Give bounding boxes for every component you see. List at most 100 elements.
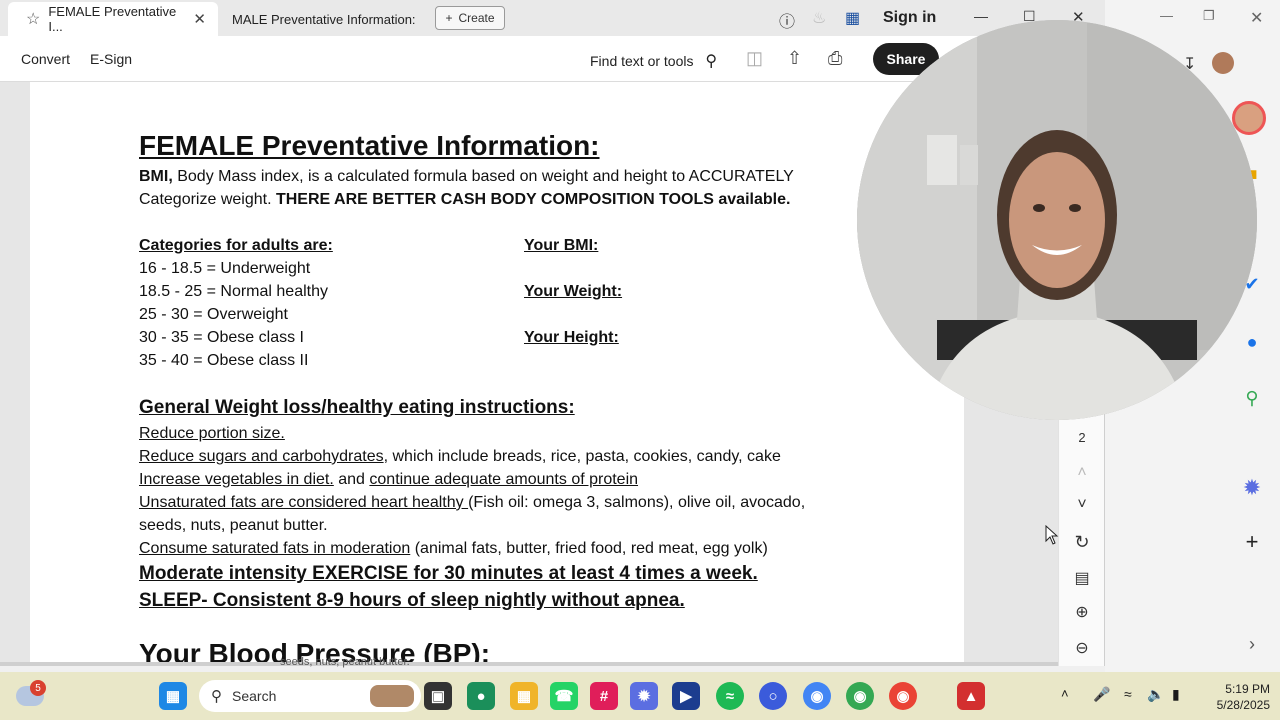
page-number: 2 [1078, 430, 1086, 445]
clipped-text: seeds, nuts, peanut butter. [280, 656, 410, 668]
chrome-profile-icon[interactable]: ◉ [846, 682, 874, 710]
clock-time: 5:19 PM [1225, 682, 1270, 696]
chevron-down-icon[interactable]: ˅ [1059, 496, 1105, 514]
instruction-text: Unsaturated fats are considered heart he… [139, 494, 469, 511]
profile-avatar[interactable] [1212, 52, 1234, 74]
convert-button[interactable]: Convert [21, 51, 70, 67]
search-highlight-icon [370, 685, 414, 707]
bell-icon[interactable]: ♨ [812, 8, 826, 28]
tab-male-preventative[interactable]: MALE Preventative Information: [232, 2, 427, 36]
instruction-fats-line2: seeds, nuts, peanut butter. [139, 517, 328, 534]
tab-label: MALE Preventative Information: [232, 11, 416, 27]
bmi-text: Body Mass index, is a calculated formula… [172, 168, 794, 185]
assistant-icon[interactable]: ✹ [1238, 474, 1266, 502]
tab-female-preventative[interactable]: ☆ FEMALE Preventative I... ✕ [8, 2, 218, 36]
close-icon[interactable]: ✕ [1250, 8, 1263, 28]
category-item: 35 - 40 = Obese class II [139, 352, 309, 369]
maps-icon[interactable]: ⚲ [1238, 384, 1266, 412]
assistant-icon[interactable]: ✹ [630, 682, 658, 710]
browser-icon[interactable]: ○ [759, 682, 787, 710]
instruction-fats: Unsaturated fats are considered heart he… [139, 494, 805, 512]
bmi-label: BMI, [139, 168, 173, 185]
contacts-icon[interactable]: ● [1238, 328, 1266, 356]
instruction-text: Reduce sugars and carbohydrates [139, 448, 384, 465]
category-item: 16 - 18.5 = Underweight [139, 260, 311, 277]
instruction-text: (animal fats, butter, fried food, red me… [410, 540, 768, 557]
instruction-text: Increase vegetables in diet. [139, 471, 334, 488]
sleep-instruction: SLEEP- Consistent 8-9 hours of sleep nig… [139, 590, 685, 611]
categories-heading: Categories for adults are: [139, 237, 333, 254]
search-icon: ⚲ [705, 53, 718, 70]
instruction-saturated: Consume saturated fats in moderation (an… [139, 540, 768, 558]
chevron-up-icon[interactable]: ˄ [1059, 464, 1105, 482]
wifi-icon[interactable]: ≈ [1124, 686, 1132, 702]
battery-icon[interactable]: ▮ [1172, 686, 1180, 703]
sign-in-button[interactable]: Sign in [883, 9, 936, 27]
clock-date: 5/28/2025 [1216, 698, 1270, 712]
instruction-sugars: Reduce sugars and carbohydrates, which i… [139, 448, 781, 466]
whatsapp-icon[interactable]: ☎ [550, 682, 578, 710]
volume-icon[interactable]: 🔈 [1147, 686, 1164, 703]
instruction-text: continue adequate amounts of protein [369, 471, 639, 488]
bmi-paragraph-line1: BMI, Body Mass index, is a calculated fo… [139, 168, 794, 186]
help-icon[interactable]: ⓘ [779, 8, 795, 32]
task-view-icon[interactable]: ▣ [424, 682, 452, 710]
star-icon[interactable]: ☆ [26, 9, 40, 29]
category-item: 30 - 35 = Obese class I [139, 329, 304, 346]
your-height-label: Your Height: [524, 329, 619, 346]
find-tools-button[interactable]: Find text or tools ⚲ [590, 51, 717, 71]
instruction-vegetables: Increase vegetables in diet. and continu… [139, 471, 638, 489]
chrome-profile-icon[interactable]: ◉ [889, 682, 917, 710]
close-tab-icon[interactable]: ✕ [193, 10, 206, 28]
esign-button[interactable]: E-Sign [90, 51, 132, 67]
exercise-instruction: Moderate intensity EXERCISE for 30 minut… [139, 563, 758, 584]
windows-taskbar: 5 ▦ ⚲ Search ▣ ● ▦ ☎ # ✹ ▶ ≈ ○ ◉ ◉ ◉ ▲ ˄… [0, 672, 1280, 720]
document-title: FEMALE Preventative Information: [139, 130, 600, 161]
bmi-paragraph-line2: Categorize weight. THERE ARE BETTER CASH… [139, 191, 790, 209]
minimize-icon[interactable]: — [974, 8, 988, 24]
plus-icon: + [445, 11, 453, 25]
spotify-icon[interactable]: ≈ [716, 682, 744, 710]
zoom-out-icon[interactable]: ⊖ [1059, 638, 1105, 658]
instruction-text: Consume saturated fats in moderation [139, 540, 411, 557]
mouse-cursor-icon [1045, 525, 1059, 545]
instruction-text: , which include breads, rice, pasta, coo… [383, 448, 781, 465]
chrome-icon[interactable]: ◉ [803, 682, 831, 710]
find-label: Find text or tools [590, 53, 694, 69]
minimize-icon[interactable]: — [1160, 8, 1173, 23]
create-label: Create [458, 11, 495, 25]
zoom-in-icon[interactable]: ⊕ [1059, 602, 1105, 622]
save-icon[interactable]: ◫ [746, 48, 763, 69]
upload-cloud-icon[interactable]: ⇧ [787, 48, 802, 69]
taskbar-clock[interactable]: 5:19 PM 5/28/2025 [1200, 681, 1270, 713]
bmi-line2-bold: THERE ARE BETTER CASH BODY COMPOSITION T… [275, 191, 791, 208]
document-page: FEMALE Preventative Information: BMI, Bo… [30, 82, 964, 666]
file-explorer-icon[interactable]: ▦ [510, 682, 538, 710]
category-item: 18.5 - 25 = Normal healthy [139, 283, 328, 300]
app-icon[interactable]: ▶ [672, 682, 700, 710]
acrobat-icon[interactable]: ▲ [957, 682, 985, 710]
tab-label: FEMALE Preventative I... [48, 4, 177, 34]
search-label: Search [232, 688, 277, 704]
weather-badge: 5 [30, 680, 46, 696]
microphone-icon[interactable]: 🎤 [1093, 686, 1110, 703]
apps-grid-icon[interactable]: ▦ [845, 8, 860, 28]
your-weight-label: Your Weight: [524, 283, 623, 300]
restore-icon[interactable]: ❐ [1203, 8, 1215, 24]
meet-icon[interactable]: ● [467, 682, 495, 710]
rotate-icon[interactable]: ↻ [1059, 532, 1105, 553]
your-bmi-label: Your BMI: [524, 237, 599, 254]
chevron-right-icon[interactable]: › [1238, 630, 1266, 658]
slack-icon[interactable]: # [590, 682, 618, 710]
windows-start-icon[interactable]: ▦ [159, 682, 187, 710]
add-icon[interactable]: + [1238, 528, 1266, 556]
fit-page-icon[interactable]: ▤ [1059, 568, 1105, 588]
chevron-up-icon[interactable]: ˄ [1061, 686, 1069, 701]
horizontal-scrollbar[interactable]: seeds, nuts, peanut butter. [0, 656, 1058, 668]
bmi-line2-text: Categorize weight. [139, 191, 276, 208]
instruction-text: (Fish oil: omega 3, salmons), olive oil,… [468, 494, 806, 511]
print-icon[interactable]: ⎙ [828, 48, 842, 69]
tab-bar: ☆ FEMALE Preventative I... ✕ MALE Preven… [0, 0, 1105, 36]
weight-loss-heading: General Weight loss/healthy eating instr… [139, 397, 575, 418]
create-button[interactable]: + Create [435, 6, 505, 30]
